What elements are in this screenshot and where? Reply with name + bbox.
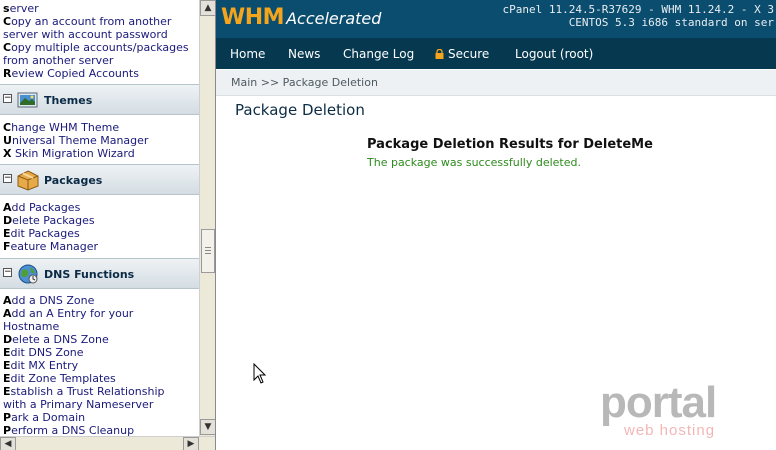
sidebar-link-copy-multiple[interactable]: Copy multiple accounts/packages — [3, 41, 189, 54]
watermark-brand: portal — [600, 378, 717, 427]
nav-secure-label: Secure — [448, 47, 490, 61]
sidebar-link-delete-dns-zone[interactable]: Delete a DNS Zone — [3, 333, 109, 346]
scroll-up-arrow-icon[interactable]: ▲ — [200, 0, 215, 16]
mouse-cursor-icon — [253, 363, 267, 384]
packages-icon — [17, 170, 39, 191]
portal-watermark-logo: portal web hosting — [600, 380, 750, 442]
sidebar-link-edit-packages[interactable]: Edit Packages — [3, 227, 80, 240]
sidebar-link-dns-cleanup[interactable]: Perform a DNS Cleanup — [3, 424, 134, 436]
sidebar-link-feature-manager[interactable]: Feature Manager — [3, 240, 98, 253]
sidebar-link-edit-mx-entry[interactable]: Edit MX Entry — [3, 359, 78, 372]
scrollbar-thumb[interactable] — [201, 229, 215, 273]
dns-functions-icon — [18, 264, 38, 284]
sidebar-link-establish-trust[interactable]: Establish a Trust Relationship — [3, 385, 165, 398]
top-navigation: Home News Change Log Secure Logout (root… — [216, 38, 776, 69]
logo-whm-text: WHM — [221, 5, 285, 30]
sidebar-link-change-theme[interactable]: Change WHM Theme — [3, 121, 119, 134]
sidebar-link-add-a-entry-cont[interactable]: Hostname — [3, 320, 59, 333]
sidebar-link-add-dns-zone[interactable]: Add a DNS Zone — [3, 294, 94, 307]
sidebar-link-add-packages[interactable]: Add Packages — [3, 201, 80, 214]
nav-logout[interactable]: Logout (root) — [515, 47, 593, 61]
watermark-tagline: web hosting — [624, 422, 716, 439]
sidebar-link-edit-dns-zone[interactable]: Edit DNS Zone — [3, 346, 84, 359]
sidebar-link-establish-trust-cont[interactable]: with a Primary Nameserver — [3, 398, 153, 411]
success-message: The package was successfully deleted. — [367, 156, 581, 169]
version-line-os: CENTOS 5.3 i686 standard on ser — [568, 16, 774, 29]
sidebar-link-universal-theme[interactable]: Universal Theme Manager — [3, 134, 148, 147]
version-line-cpanel: cPanel 11.24.5-R37629 - WHM 11.24.2 - X … — [502, 3, 774, 16]
sidebar-link-server-continuation[interactable]: server — [3, 2, 39, 15]
sidebar-link-review-copied[interactable]: Review Copied Accounts — [3, 67, 139, 80]
section-header-dns-functions[interactable]: − DNS Functions — [0, 258, 199, 289]
nav-home[interactable]: Home — [230, 47, 265, 61]
section-title: DNS Functions — [44, 268, 135, 281]
breadcrumb[interactable]: Main >> Package Deletion — [231, 76, 378, 89]
nav-secure[interactable]: Secure — [435, 47, 489, 61]
sidebar-link-delete-packages[interactable]: Delete Packages — [3, 214, 95, 227]
results-heading: Package Deletion Results for DeleteMe — [367, 137, 653, 152]
section-header-packages[interactable]: − Packages — [0, 164, 199, 195]
breadcrumb-bar: Main >> Package Deletion — [216, 70, 776, 96]
sidebar-link-edit-zone-templates[interactable]: Edit Zone Templates — [3, 372, 116, 385]
themes-icon — [17, 92, 38, 108]
sidebar-vertical-scrollbar[interactable]: ▲ ▼ — [199, 0, 215, 436]
sidebar-link-add-a-entry[interactable]: Add an A Entry for your — [3, 307, 133, 320]
nav-change-log[interactable]: Change Log — [343, 47, 414, 61]
logo-accelerated-text: Accelerated — [286, 9, 382, 28]
section-title: Themes — [44, 94, 93, 107]
collapse-toggle-icon[interactable]: − — [3, 268, 12, 277]
whm-logo: WHM Accelerated — [221, 5, 381, 33]
sidebar-link-x-skin[interactable]: X Skin Migration Wizard — [3, 147, 135, 160]
collapse-toggle-icon[interactable]: − — [3, 174, 12, 183]
sidebar-link-copy-account[interactable]: Copy an account from another — [3, 15, 171, 28]
sidebar-link-copy-account-cont[interactable]: server with account password — [3, 28, 168, 41]
scroll-down-arrow-icon[interactable]: ▼ — [200, 419, 215, 435]
sidebar-link-park-domain[interactable]: Park a Domain — [3, 411, 85, 424]
scroll-right-arrow-icon[interactable]: ▶ — [183, 437, 199, 450]
collapse-toggle-icon[interactable]: − — [3, 94, 12, 103]
lock-icon — [435, 49, 444, 59]
section-header-themes[interactable]: − Themes — [0, 84, 199, 115]
section-title: Packages — [44, 174, 103, 187]
sidebar-menu: server Copy an account from another serv… — [0, 0, 199, 436]
version-info: cPanel 11.24.5-R37629 - WHM 11.24.2 - X … — [502, 3, 774, 29]
sidebar: server Copy an account from another serv… — [0, 0, 216, 450]
nav-news[interactable]: News — [288, 47, 320, 61]
scroll-left-arrow-icon[interactable]: ◀ — [0, 437, 16, 450]
page-title: Package Deletion — [235, 101, 365, 119]
sidebar-horizontal-scrollbar[interactable]: ◀ ▶ — [0, 436, 215, 450]
header-bar: WHM Accelerated cPanel 11.24.5-R37629 - W… — [216, 0, 776, 38]
sidebar-link-copy-multiple-cont[interactable]: from another server — [3, 54, 113, 67]
